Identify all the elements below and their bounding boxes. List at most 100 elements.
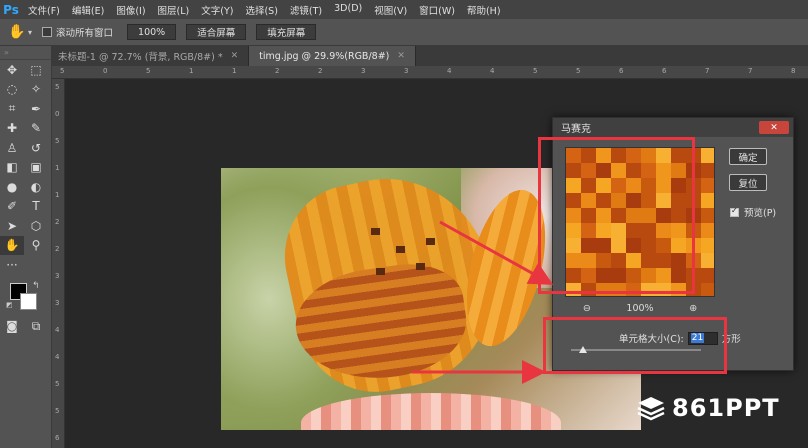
tab-untitled[interactable]: 未标题-1 @ 72.7% (背景, RGB/8#) * ✕ [26, 46, 250, 66]
tab-untitled-label: 未标题-1 @ 72.7% (背景, RGB/8#) * [58, 52, 223, 63]
ruler-tick-label: 4 [447, 67, 452, 75]
annotation-box-cell-size [543, 317, 727, 374]
annotation-box-preview [538, 137, 695, 294]
menu-item[interactable]: 3D(D) [328, 3, 368, 17]
ruler-tick-label: 2 [275, 67, 280, 75]
ruler-tick-label: 7 [705, 67, 710, 75]
ruler-tick-label: 3 [55, 299, 60, 307]
options-bar: ✋ ▾ 滚动所有窗口 100% 适合屏幕 填充屏幕 [0, 19, 808, 46]
fit-screen-button[interactable]: 适合屏幕 [186, 24, 247, 40]
close-icon[interactable]: ✕ [759, 121, 789, 134]
brush-tool-icon[interactable]: ✎ [24, 119, 48, 138]
ruler-tick-label: 5 [60, 67, 65, 75]
type-tool-icon[interactable]: T [24, 197, 48, 216]
hand-tool-icon[interactable]: ✋ [6, 21, 28, 43]
swap-colors-icon[interactable]: ↰ [32, 281, 40, 291]
ruler-tick-label: 1 [232, 67, 237, 75]
move-tool-icon[interactable]: ✥ [0, 60, 24, 79]
tab-timg-label: timg.jpg @ 29.9%(RGB/8#) [259, 50, 390, 62]
panel-grip-icon[interactable]: » [0, 46, 51, 60]
ruler-tick-label: 5 [146, 67, 151, 75]
default-colors-icon[interactable]: ◩ [6, 301, 13, 309]
menu-item[interactable]: 编辑(E) [66, 3, 110, 17]
path-selection-tool-icon[interactable]: ➤ [0, 216, 24, 235]
hand-tool-icon[interactable]: ✋ [0, 235, 24, 255]
watermark: 861PPT [636, 394, 780, 422]
ruler-tick-label: 6 [662, 67, 667, 75]
ruler-tick-label: 2 [318, 67, 323, 75]
wing-spot [416, 263, 425, 270]
quick-mask-icon[interactable]: ◙ [0, 317, 24, 336]
mosaic-cell [701, 223, 714, 238]
ruler-tick-label: 8 [791, 67, 796, 75]
ruler-tick-label: 3 [404, 67, 409, 75]
layers-stack-icon [637, 397, 665, 421]
eraser-tool-icon[interactable]: ◧ [0, 158, 24, 177]
ruler-tick-label: 5 [55, 137, 60, 145]
zoom-out-icon[interactable]: ⊖ [583, 303, 591, 314]
ruler-tick-label: 0 [55, 110, 60, 118]
ruler-tick-label: 0 [103, 67, 108, 75]
blur-tool-icon[interactable]: ● [0, 177, 24, 196]
zoom-100-button[interactable]: 100% [127, 24, 177, 40]
ok-button[interactable]: 确定 [729, 148, 767, 165]
menu-item[interactable]: 帮助(H) [461, 3, 507, 17]
pen-tool-icon[interactable]: ✐ [0, 197, 24, 216]
gradient-tool-icon[interactable]: ▣ [24, 158, 48, 177]
menu-item[interactable]: 滤镜(T) [284, 3, 328, 17]
menu-item[interactable]: 视图(V) [368, 3, 413, 17]
ruler-tick-label: 3 [55, 272, 60, 280]
zoom-tool-icon[interactable]: ⚲ [24, 236, 48, 255]
mosaic-cell [701, 163, 714, 178]
tool-preset-dropdown-icon[interactable]: ▾ [28, 28, 32, 37]
close-icon[interactable]: ✕ [231, 51, 239, 61]
mosaic-cell [701, 238, 714, 253]
wing-spot [426, 238, 435, 245]
menu-item[interactable]: 窗口(W) [413, 3, 461, 17]
menu-item[interactable]: 图像(I) [110, 3, 151, 17]
screen-mode-icon[interactable]: ⧉ [24, 317, 48, 336]
mosaic-cell [701, 268, 714, 283]
lasso-tool-icon[interactable]: ◌ [0, 80, 24, 99]
dialog-titlebar[interactable]: 马赛克 ✕ [553, 118, 793, 137]
ruler-tick-label: 1 [189, 67, 194, 75]
vertical-ruler: 5 0 5 1 1 2 2 3 3 4 4 5 5 6 [52, 79, 65, 448]
background-color-swatch[interactable] [20, 292, 37, 310]
menu-item[interactable]: 选择(S) [239, 3, 283, 17]
ruler-tick-label: 4 [55, 326, 60, 334]
ruler-tick-label: 5 [55, 83, 60, 91]
eyedropper-tool-icon[interactable]: ✒ [24, 99, 48, 118]
history-brush-tool-icon[interactable]: ↺ [24, 138, 48, 157]
crop-tool-icon[interactable]: ⌗ [0, 99, 24, 118]
menu-item[interactable]: 文字(Y) [195, 3, 239, 17]
menu-item[interactable]: 文件(F) [22, 3, 66, 17]
tab-timg[interactable]: timg.jpg @ 29.9%(RGB/8#) ✕ [249, 46, 416, 66]
photoshop-logo: Ps [3, 2, 19, 17]
healing-brush-tool-icon[interactable]: ✚ [0, 119, 24, 138]
scroll-all-windows-checkbox[interactable] [42, 27, 53, 37]
mosaic-cell [701, 208, 714, 223]
marquee-tool-icon[interactable]: ⬚ [24, 60, 48, 79]
document-tab-bar: 未标题-1 @ 72.7% (背景, RGB/8#) * ✕ timg.jpg … [26, 46, 808, 66]
wing-spot [376, 268, 385, 275]
preview-checkbox-box[interactable] [730, 206, 739, 217]
ruler-tick-label: 2 [55, 218, 60, 226]
more-tools-icon[interactable]: ··· [0, 255, 24, 274]
close-icon[interactable]: ✕ [397, 51, 405, 61]
watermark-text: 861PPT [672, 394, 780, 422]
preview-zoom-level: 100% [626, 303, 654, 314]
scroll-all-windows-label: 滚动所有窗口 [56, 28, 114, 39]
mosaic-cell [701, 148, 714, 163]
dodge-tool-icon[interactable]: ◐ [24, 177, 48, 196]
preview-checkbox-label: 预览(P) [744, 208, 777, 219]
shape-tool-icon[interactable]: ⬡ [24, 216, 48, 235]
clone-stamp-tool-icon[interactable]: ♙ [0, 138, 24, 157]
ruler-tick-label: 1 [55, 164, 60, 172]
magic-wand-tool-icon[interactable]: ✧ [24, 80, 48, 99]
menu-item[interactable]: 图层(L) [152, 3, 196, 17]
fill-screen-button[interactable]: 填充屏幕 [256, 24, 317, 40]
preview-checkbox[interactable]: 预览(P) [730, 205, 776, 219]
zoom-in-icon[interactable]: ⊕ [689, 303, 697, 314]
wing-spot [396, 246, 405, 253]
reset-button[interactable]: 复位 [729, 174, 767, 191]
